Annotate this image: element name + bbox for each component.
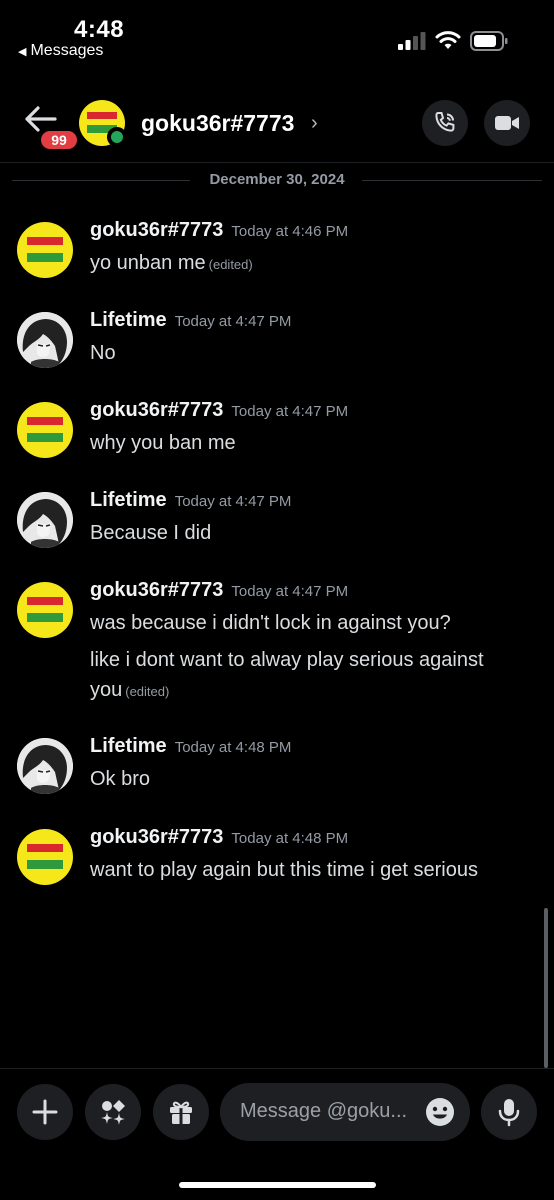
chevron-right-icon[interactable]: › (311, 112, 318, 135)
message-line: Ok bro (90, 768, 151, 790)
message-item[interactable]: goku36r#7773 Today at 4:47 PM why you ban … (0, 399, 554, 462)
gift-button[interactable] (153, 1084, 209, 1140)
message-line: like i dont want to alway play serious a… (90, 649, 484, 671)
message-author[interactable]: goku36r#7773 Today at 4:46 PM (90, 219, 348, 242)
author-name[interactable]: goku36r#7773 (90, 579, 223, 601)
gift-icon (170, 1101, 192, 1124)
author-name[interactable]: goku36r#7773 (90, 826, 223, 848)
back-triangle-icon: ◀ (18, 46, 27, 58)
message-timestamp: Today at 4:48 PM (174, 739, 292, 756)
message-timestamp: Today at 4:48 PM (231, 830, 349, 847)
message-text: want to play again but this time i get s… (90, 859, 478, 882)
battery-icon (470, 31, 508, 51)
message-text: yo unban me (edited) (90, 252, 253, 275)
avatar[interactable] (17, 402, 73, 458)
message-line: Because I did (90, 522, 212, 544)
message-timestamp: Today at 4:47 PM (231, 403, 349, 420)
message-author[interactable]: goku36r#7773 Today at 4:47 PM (90, 399, 348, 422)
avatar[interactable] (17, 222, 73, 278)
add-attachment-button[interactable] (17, 1084, 73, 1140)
avatar[interactable] (17, 738, 73, 794)
message-text: was because i didn't lock in against you… (90, 612, 451, 635)
message-line: No (90, 342, 116, 364)
message-timestamp: Today at 4:46 PM (231, 223, 349, 240)
author-name[interactable]: goku36r#7773 (90, 219, 223, 241)
wifi-icon (435, 31, 461, 49)
date-divider: December 30, 2024 (0, 170, 554, 192)
message-line: you (90, 679, 123, 701)
message-text: like i dont want to alway play serious a… (90, 649, 484, 672)
apps-icon (101, 1100, 125, 1125)
online-status-indicator (107, 127, 127, 147)
video-call-button[interactable] (484, 100, 530, 146)
scrollbar[interactable] (544, 908, 548, 1068)
avatar[interactable] (17, 312, 73, 368)
message-author[interactable]: Lifetime Today at 4:48 PM (90, 735, 291, 758)
edited-label: (edited) (125, 684, 170, 699)
message-input-placeholder: Message @goku... (240, 1100, 408, 1122)
message-text: why you ban me (90, 432, 236, 455)
message-author[interactable]: goku36r#7773 Today at 4:48 PM (90, 826, 348, 849)
unread-badge: 99 (38, 128, 80, 152)
author-name[interactable]: Lifetime (90, 309, 167, 331)
back-to-app-link[interactable]: ◀ Messages (18, 42, 103, 60)
author-name[interactable]: Lifetime (90, 489, 167, 511)
voice-call-button[interactable] (422, 100, 468, 146)
status-bar: 4:48 ◀ Messages (0, 0, 554, 70)
author-name[interactable]: goku36r#7773 (90, 399, 223, 421)
author-name[interactable]: Lifetime (90, 735, 167, 757)
message-text: Ok bro (90, 768, 150, 791)
dm-header: 99 goku36r#7773 › (0, 90, 554, 162)
edited-label: (edited) (208, 257, 253, 272)
message-line: was because i didn't lock in against you… (90, 612, 451, 634)
message-line: why you ban me (90, 432, 236, 454)
message-line: want to play again but this time i get s… (90, 859, 478, 881)
header-divider (0, 162, 554, 163)
apps-button[interactable] (85, 1084, 141, 1140)
message-text: Because I did (90, 522, 211, 545)
back-app-label: Messages (30, 42, 104, 59)
message-timestamp: Today at 4:47 PM (231, 583, 349, 600)
composer-divider (0, 1068, 554, 1069)
emoji-icon[interactable] (424, 1096, 456, 1128)
phone-icon (435, 112, 455, 132)
avatar[interactable] (17, 582, 73, 638)
message-author[interactable]: Lifetime Today at 4:47 PM (90, 309, 291, 332)
home-indicator (179, 1182, 376, 1188)
message-timestamp: Today at 4:47 PM (174, 493, 292, 510)
avatar[interactable] (17, 829, 73, 885)
microphone-icon (498, 1099, 520, 1127)
message-timestamp: Today at 4:47 PM (174, 313, 292, 330)
message-item[interactable]: Lifetime Today at 4:47 PM No (0, 309, 554, 372)
avatar[interactable] (17, 492, 73, 548)
message-item[interactable]: Lifetime Today at 4:47 PM Because I did (0, 489, 554, 552)
message-item[interactable]: goku36r#7773 Today at 4:48 PM want to play… (0, 826, 554, 889)
recipient-name[interactable]: goku36r#7773 (141, 110, 294, 137)
video-camera-icon (495, 116, 519, 130)
message-text: you (edited) (90, 679, 169, 702)
message-item[interactable]: Lifetime Today at 4:48 PM Ok bro (0, 735, 554, 798)
message-input[interactable]: Message @goku... (220, 1083, 470, 1141)
message-line: yo unban me (90, 252, 206, 274)
message-author[interactable]: goku36r#7773 Today at 4:47 PM (90, 579, 348, 602)
message-item[interactable]: goku36r#7773 Today at 4:46 PM yo unban me(… (0, 219, 554, 282)
message-text: No (90, 342, 116, 365)
cellular-signal-icon (398, 32, 426, 50)
plus-icon (32, 1099, 58, 1125)
voice-message-button[interactable] (481, 1084, 537, 1140)
message-author[interactable]: Lifetime Today at 4:47 PM (90, 489, 291, 512)
clock: 4:48 (74, 16, 125, 43)
message-item[interactable]: goku36r#7773 Today at 4:47 PM was because … (0, 579, 554, 709)
